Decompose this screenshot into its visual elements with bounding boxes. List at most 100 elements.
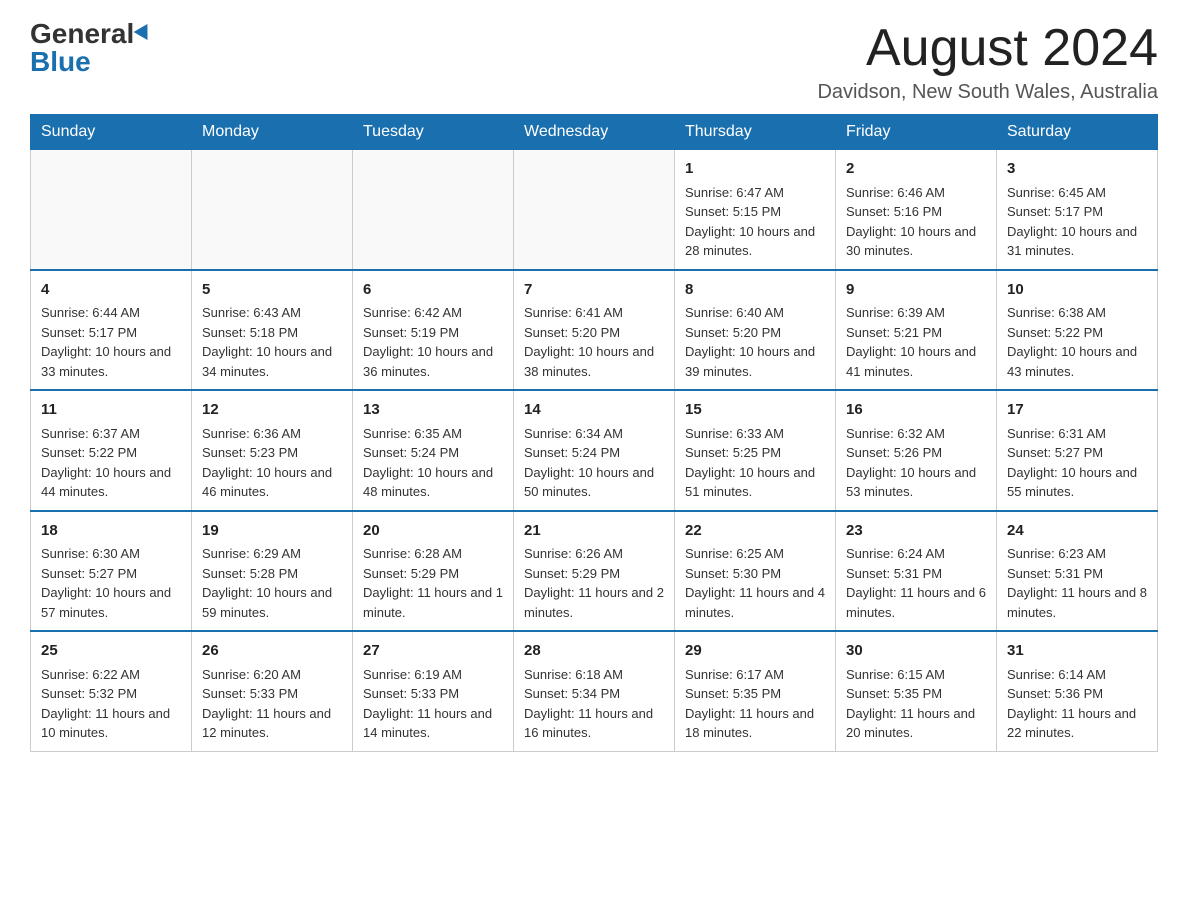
calendar-cell: 22Sunrise: 6:25 AMSunset: 5:30 PMDayligh…	[675, 511, 836, 632]
title-section: August 2024 Davidson, New South Wales, A…	[817, 20, 1158, 104]
calendar-header-thursday: Thursday	[675, 115, 836, 150]
day-info: Sunrise: 6:31 AM	[1007, 424, 1147, 444]
day-number: 6	[363, 279, 503, 302]
day-info: Daylight: 10 hours and 53 minutes.	[846, 463, 986, 502]
day-number: 22	[685, 520, 825, 543]
calendar-cell: 19Sunrise: 6:29 AMSunset: 5:28 PMDayligh…	[192, 511, 353, 632]
logo-general-text: General	[30, 20, 134, 48]
day-info: Daylight: 10 hours and 57 minutes.	[41, 583, 181, 622]
day-info: Sunset: 5:17 PM	[41, 323, 181, 343]
calendar-cell: 4Sunrise: 6:44 AMSunset: 5:17 PMDaylight…	[31, 270, 192, 391]
calendar-cell: 15Sunrise: 6:33 AMSunset: 5:25 PMDayligh…	[675, 390, 836, 511]
day-info: Sunset: 5:17 PM	[1007, 202, 1147, 222]
day-info: Sunrise: 6:34 AM	[524, 424, 664, 444]
calendar-cell	[31, 150, 192, 270]
day-info: Daylight: 11 hours and 4 minutes.	[685, 583, 825, 622]
calendar-cell: 18Sunrise: 6:30 AMSunset: 5:27 PMDayligh…	[31, 511, 192, 632]
calendar-cell: 20Sunrise: 6:28 AMSunset: 5:29 PMDayligh…	[353, 511, 514, 632]
day-number: 10	[1007, 279, 1147, 302]
day-number: 28	[524, 640, 664, 663]
day-info: Sunset: 5:21 PM	[846, 323, 986, 343]
month-title: August 2024	[817, 20, 1158, 77]
calendar-header-wednesday: Wednesday	[514, 115, 675, 150]
calendar-header-tuesday: Tuesday	[353, 115, 514, 150]
calendar-cell: 10Sunrise: 6:38 AMSunset: 5:22 PMDayligh…	[997, 270, 1158, 391]
day-info: Sunrise: 6:37 AM	[41, 424, 181, 444]
day-info: Sunrise: 6:22 AM	[41, 665, 181, 685]
calendar-cell: 14Sunrise: 6:34 AMSunset: 5:24 PMDayligh…	[514, 390, 675, 511]
day-info: Daylight: 10 hours and 44 minutes.	[41, 463, 181, 502]
day-number: 20	[363, 520, 503, 543]
day-info: Daylight: 10 hours and 38 minutes.	[524, 342, 664, 381]
day-number: 29	[685, 640, 825, 663]
day-info: Daylight: 11 hours and 22 minutes.	[1007, 704, 1147, 743]
day-info: Sunrise: 6:43 AM	[202, 303, 342, 323]
day-info: Sunset: 5:18 PM	[202, 323, 342, 343]
day-info: Daylight: 10 hours and 33 minutes.	[41, 342, 181, 381]
day-number: 14	[524, 399, 664, 422]
calendar-week-2: 4Sunrise: 6:44 AMSunset: 5:17 PMDaylight…	[31, 270, 1158, 391]
day-info: Sunrise: 6:24 AM	[846, 544, 986, 564]
calendar-cell: 16Sunrise: 6:32 AMSunset: 5:26 PMDayligh…	[836, 390, 997, 511]
calendar-cell: 13Sunrise: 6:35 AMSunset: 5:24 PMDayligh…	[353, 390, 514, 511]
day-info: Sunrise: 6:28 AM	[363, 544, 503, 564]
day-info: Sunrise: 6:36 AM	[202, 424, 342, 444]
day-info: Daylight: 10 hours and 50 minutes.	[524, 463, 664, 502]
day-info: Sunset: 5:22 PM	[41, 443, 181, 463]
day-info: Sunset: 5:19 PM	[363, 323, 503, 343]
day-info: Sunset: 5:15 PM	[685, 202, 825, 222]
day-info: Sunrise: 6:14 AM	[1007, 665, 1147, 685]
day-number: 25	[41, 640, 181, 663]
day-info: Sunrise: 6:17 AM	[685, 665, 825, 685]
day-info: Sunrise: 6:47 AM	[685, 183, 825, 203]
calendar-cell: 30Sunrise: 6:15 AMSunset: 5:35 PMDayligh…	[836, 631, 997, 751]
day-info: Sunset: 5:30 PM	[685, 564, 825, 584]
day-info: Sunrise: 6:42 AM	[363, 303, 503, 323]
day-number: 17	[1007, 399, 1147, 422]
calendar-cell: 3Sunrise: 6:45 AMSunset: 5:17 PMDaylight…	[997, 150, 1158, 270]
day-info: Daylight: 11 hours and 6 minutes.	[846, 583, 986, 622]
calendar-cell: 1Sunrise: 6:47 AMSunset: 5:15 PMDaylight…	[675, 150, 836, 270]
day-number: 18	[41, 520, 181, 543]
day-info: Daylight: 10 hours and 55 minutes.	[1007, 463, 1147, 502]
day-info: Sunset: 5:27 PM	[1007, 443, 1147, 463]
calendar-cell	[353, 150, 514, 270]
day-info: Daylight: 11 hours and 20 minutes.	[846, 704, 986, 743]
calendar-header-row: SundayMondayTuesdayWednesdayThursdayFrid…	[31, 115, 1158, 150]
day-info: Sunset: 5:28 PM	[202, 564, 342, 584]
day-number: 13	[363, 399, 503, 422]
day-info: Sunset: 5:20 PM	[685, 323, 825, 343]
calendar-cell: 24Sunrise: 6:23 AMSunset: 5:31 PMDayligh…	[997, 511, 1158, 632]
day-info: Sunrise: 6:18 AM	[524, 665, 664, 685]
day-info: Sunset: 5:25 PM	[685, 443, 825, 463]
calendar-week-3: 11Sunrise: 6:37 AMSunset: 5:22 PMDayligh…	[31, 390, 1158, 511]
day-info: Daylight: 11 hours and 2 minutes.	[524, 583, 664, 622]
calendar-cell: 27Sunrise: 6:19 AMSunset: 5:33 PMDayligh…	[353, 631, 514, 751]
day-info: Sunrise: 6:30 AM	[41, 544, 181, 564]
day-number: 1	[685, 158, 825, 181]
day-number: 26	[202, 640, 342, 663]
day-info: Sunset: 5:16 PM	[846, 202, 986, 222]
day-info: Daylight: 10 hours and 39 minutes.	[685, 342, 825, 381]
calendar-cell: 12Sunrise: 6:36 AMSunset: 5:23 PMDayligh…	[192, 390, 353, 511]
day-info: Sunset: 5:36 PM	[1007, 684, 1147, 704]
calendar-cell: 25Sunrise: 6:22 AMSunset: 5:32 PMDayligh…	[31, 631, 192, 751]
day-info: Daylight: 10 hours and 31 minutes.	[1007, 222, 1147, 261]
day-info: Daylight: 11 hours and 14 minutes.	[363, 704, 503, 743]
day-info: Sunrise: 6:35 AM	[363, 424, 503, 444]
calendar-header-sunday: Sunday	[31, 115, 192, 150]
day-info: Sunrise: 6:15 AM	[846, 665, 986, 685]
day-info: Sunrise: 6:29 AM	[202, 544, 342, 564]
calendar-cell: 8Sunrise: 6:40 AMSunset: 5:20 PMDaylight…	[675, 270, 836, 391]
day-info: Daylight: 11 hours and 8 minutes.	[1007, 583, 1147, 622]
day-number: 30	[846, 640, 986, 663]
day-number: 9	[846, 279, 986, 302]
day-number: 4	[41, 279, 181, 302]
day-info: Daylight: 11 hours and 1 minute.	[363, 583, 503, 622]
day-info: Sunset: 5:33 PM	[363, 684, 503, 704]
day-info: Daylight: 11 hours and 10 minutes.	[41, 704, 181, 743]
calendar-cell	[192, 150, 353, 270]
day-info: Daylight: 10 hours and 36 minutes.	[363, 342, 503, 381]
day-info: Sunset: 5:22 PM	[1007, 323, 1147, 343]
day-info: Daylight: 10 hours and 43 minutes.	[1007, 342, 1147, 381]
